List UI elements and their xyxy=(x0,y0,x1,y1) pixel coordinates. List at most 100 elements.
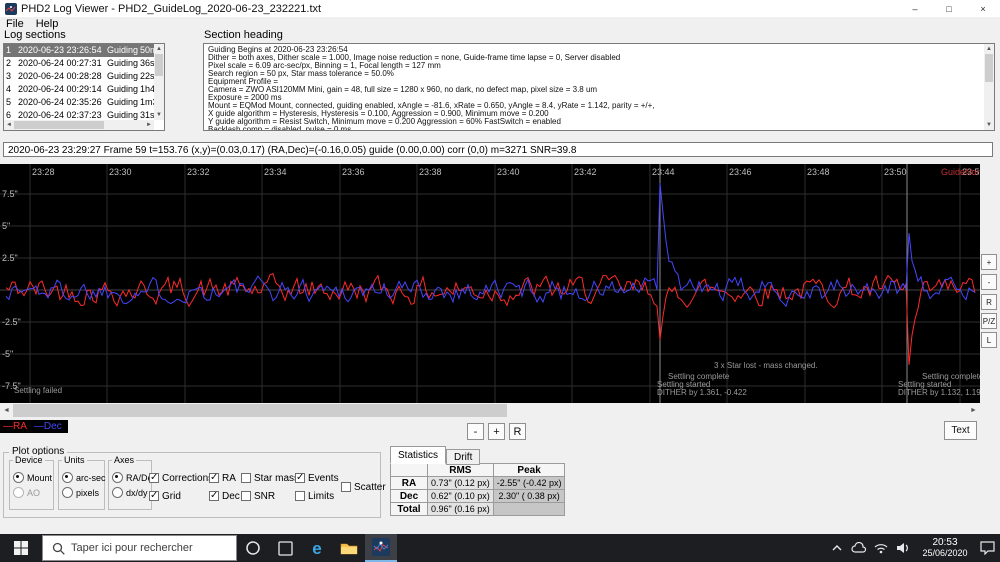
log-list-horizontal-scrollbar[interactable]: ◄ ► xyxy=(4,120,154,130)
checkbox-limits[interactable]: Limits xyxy=(295,487,339,505)
log-row-c-dt: 2020-06-23 23:26:54 xyxy=(18,44,107,57)
guiding-chart[interactable]: 23:2823:3023:3223:3423:3623:3823:4023:42… xyxy=(0,164,980,403)
chart-button-l[interactable]: L xyxy=(981,332,997,348)
file-explorer-taskbar-icon[interactable] xyxy=(333,534,365,562)
svg-text:5": 5" xyxy=(2,221,10,231)
log-row-c-type: Guiding xyxy=(107,83,140,96)
log-row-c-dur: 1m34 xyxy=(140,96,154,109)
scroll-down-icon[interactable]: ▼ xyxy=(984,120,994,130)
window-title: PHD2 Log Viewer - PHD2_GuideLog_2020-06-… xyxy=(21,3,321,15)
checkbox-icon xyxy=(295,491,305,501)
search-input[interactable] xyxy=(71,542,221,554)
chart-horizontal-scrollbar[interactable]: ◄ ► xyxy=(0,404,980,417)
stats-row-label: RA xyxy=(391,477,428,490)
svg-text:23:34: 23:34 xyxy=(264,167,287,177)
log-row-c-dur: 1h48m xyxy=(140,83,154,96)
taskbar-search[interactable] xyxy=(42,535,237,561)
scrollbar-thumb[interactable] xyxy=(14,121,104,129)
nav-button-minus[interactable]: - xyxy=(467,423,484,440)
svg-text:23:42: 23:42 xyxy=(574,167,597,177)
stats-peak-value: -2.55" (-0.42 px) xyxy=(493,477,565,490)
checkbox-ra[interactable]: RA xyxy=(209,469,240,487)
system-tray: 20:53 25/06/2020 xyxy=(826,534,998,562)
action-center-icon[interactable] xyxy=(976,534,998,562)
chart-button-pz[interactable]: P/Z xyxy=(981,313,997,329)
cortana-button[interactable] xyxy=(237,534,269,562)
log-section-row[interactable]: 42020-06-24 00:29:14Guiding1h48m xyxy=(4,83,154,96)
scroll-right-icon[interactable]: ► xyxy=(144,120,154,130)
checkbox-label: Grid xyxy=(162,491,181,502)
log-row-c-num: 1 xyxy=(4,44,18,57)
scrollbar-thumb[interactable] xyxy=(13,404,507,417)
tab-drift[interactable]: Drift xyxy=(446,449,480,465)
network-icon[interactable] xyxy=(870,534,892,562)
phd2-app-icon xyxy=(372,538,390,556)
section-heading-line: Camera = ZWO ASI120MM Mini, gain = 48, f… xyxy=(208,86,984,94)
cortana-icon xyxy=(245,540,261,556)
tray-chevron-icon[interactable] xyxy=(826,534,848,562)
log-row-c-dt: 2020-06-24 00:28:28 xyxy=(18,70,107,83)
taskbar: e 20:53 25/06/2020 xyxy=(0,534,1000,562)
scroll-up-icon[interactable]: ▲ xyxy=(154,44,164,54)
legend-dec: —Dec xyxy=(34,420,62,433)
checkbox-dec[interactable]: Dec xyxy=(209,487,240,505)
checkbox-snr[interactable]: SNR xyxy=(241,487,299,505)
maximize-button[interactable]: □ xyxy=(932,0,966,17)
close-button[interactable]: × xyxy=(966,0,1000,17)
log-row-c-dt: 2020-06-24 00:27:31 xyxy=(18,57,107,70)
menubar: File Help xyxy=(0,17,1000,31)
titlebar[interactable]: PHD2 Log Viewer - PHD2_GuideLog_2020-06-… xyxy=(0,0,1000,17)
checkbox-star-mass[interactable]: Star mass xyxy=(241,469,299,487)
stats-header-peak: Peak xyxy=(493,464,565,477)
scroll-right-icon[interactable]: ► xyxy=(967,404,980,417)
log-section-row[interactable]: 32020-06-24 00:28:28Guiding22s xyxy=(4,70,154,83)
tab-statistics[interactable]: Statistics xyxy=(390,446,446,464)
minimize-button[interactable]: – xyxy=(898,0,932,17)
log-section-row[interactable]: 22020-06-24 00:27:31Guiding36s xyxy=(4,57,154,70)
nav-button-refresh[interactable]: R xyxy=(509,423,526,440)
task-view-button[interactable] xyxy=(269,534,301,562)
nav-button-plus[interactable]: + xyxy=(488,423,505,440)
log-list-vertical-scrollbar[interactable]: ▲ ▼ xyxy=(154,44,164,120)
scroll-up-icon[interactable]: ▲ xyxy=(984,44,994,54)
taskbar-clock[interactable]: 20:53 25/06/2020 xyxy=(914,537,976,559)
chart-button-[interactable]: - xyxy=(981,274,997,290)
checkbox-label: Scatter xyxy=(354,482,386,493)
section-heading-label: Section heading xyxy=(204,29,283,41)
log-section-row[interactable]: 12020-06-23 23:26:54Guiding50m2 xyxy=(4,44,154,57)
svg-text:23:38: 23:38 xyxy=(419,167,442,177)
scroll-left-icon[interactable]: ◄ xyxy=(0,404,13,417)
scroll-down-icon[interactable]: ▼ xyxy=(154,110,164,120)
checkbox-icon xyxy=(149,473,159,483)
checkbox-events[interactable]: Events xyxy=(295,469,339,487)
onedrive-cloud-icon[interactable] xyxy=(848,534,870,562)
start-button[interactable] xyxy=(0,534,42,562)
plot-options-panel: Plot options DeviceMountAOUnitsarc-secpi… xyxy=(3,452,381,518)
log-sections-label: Log sections xyxy=(4,29,66,41)
app-icon xyxy=(5,3,17,15)
checkbox-corrections[interactable]: Corrections xyxy=(149,469,213,487)
edge-taskbar-icon[interactable]: e xyxy=(301,534,333,562)
log-row-c-dt: 2020-06-24 02:37:23 xyxy=(18,109,107,120)
log-row-c-dur: 36s xyxy=(140,57,154,70)
chart-button-r[interactable]: R xyxy=(981,294,997,310)
log-section-row[interactable]: 62020-06-24 02:37:23Guiding31s xyxy=(4,109,154,120)
scroll-left-icon[interactable]: ◄ xyxy=(4,120,14,130)
text-button[interactable]: Text xyxy=(944,421,977,440)
svg-text:23:32: 23:32 xyxy=(187,167,210,177)
stats-header-rms: RMS xyxy=(428,464,494,477)
phd2-taskbar-icon[interactable] xyxy=(365,534,397,562)
section-vertical-scrollbar[interactable]: ▲ ▼ xyxy=(984,44,994,130)
stats-peak-value: 2.30" ( 0.38 px) xyxy=(493,490,565,503)
chart-button-[interactable]: + xyxy=(981,254,997,270)
log-section-row[interactable]: 52020-06-24 02:35:26Guiding1m34 xyxy=(4,96,154,109)
svg-text:DITHER by 1.132, 1.194: DITHER by 1.132, 1.194 xyxy=(898,388,980,397)
svg-text:GuideNorth: GuideNorth xyxy=(941,167,980,177)
checkbox-grid[interactable]: Grid xyxy=(149,487,213,505)
log-row-c-type: Guiding xyxy=(107,109,140,120)
volume-icon[interactable] xyxy=(892,534,914,562)
scrollbar-thumb[interactable] xyxy=(985,54,993,82)
checkbox-scatter[interactable]: Scatter xyxy=(341,478,386,496)
checkbox-label: Corrections xyxy=(162,473,213,484)
scrollbar-thumb[interactable] xyxy=(155,54,163,76)
